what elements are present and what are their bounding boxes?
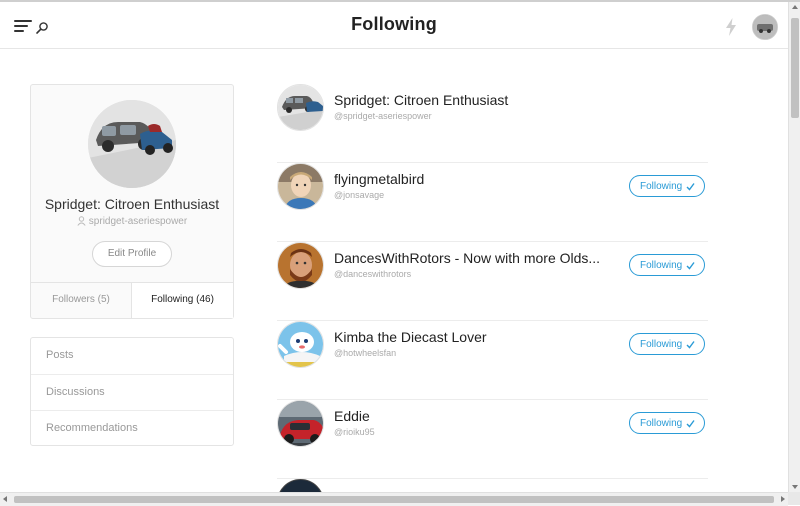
following-button[interactable]: Following: [629, 175, 705, 197]
side-nav-recommendations[interactable]: Recommendations: [31, 410, 233, 445]
row-avatar[interactable]: [277, 163, 324, 210]
row-handle: @hotwheelsfan: [334, 348, 397, 358]
horizontal-scroll-thumb[interactable]: [14, 496, 774, 503]
side-nav-discussions[interactable]: Discussions: [31, 374, 233, 409]
person-icon: [77, 216, 86, 227]
user-avatar[interactable]: [752, 14, 778, 40]
list-item: flyingmetalbird @jonsavage Following: [277, 163, 708, 242]
following-button-label: Following: [640, 339, 683, 350]
scrollbar-corner: [788, 492, 800, 505]
scroll-right-icon[interactable]: [781, 496, 785, 502]
check-icon: [686, 262, 695, 270]
following-button-label: Following: [640, 181, 683, 192]
scroll-down-icon[interactable]: [792, 485, 798, 489]
horizontal-scrollbar[interactable]: [0, 492, 788, 506]
following-button[interactable]: Following: [629, 412, 705, 434]
tab-followers[interactable]: Followers (5): [31, 283, 132, 318]
vertical-scrollbar[interactable]: [788, 2, 800, 492]
following-button[interactable]: Following: [629, 333, 705, 355]
scroll-left-icon[interactable]: [3, 496, 7, 502]
row-name[interactable]: flyingmetalbird: [334, 171, 424, 187]
row-handle: @spridget-aseriespower: [334, 111, 432, 121]
check-icon: [686, 341, 695, 349]
profile-handle-text: spridget-aseriespower: [88, 216, 188, 227]
check-icon: [686, 183, 695, 191]
scroll-up-icon[interactable]: [792, 5, 798, 9]
profile-name: Spridget: Citroen Enthusiast: [44, 196, 220, 212]
row-avatar[interactable]: [277, 84, 324, 131]
row-handle: @jonsavage: [334, 190, 385, 200]
row-handle: @rioiku95: [334, 427, 375, 437]
row-avatar[interactable]: [277, 479, 324, 492]
page-title: Following: [351, 14, 437, 34]
list-item: Eddie @rioiku95 Following: [277, 400, 708, 479]
vertical-scroll-thumb[interactable]: [791, 18, 799, 118]
following-button[interactable]: Following: [629, 254, 705, 276]
list-item: DancesWithRotors - Now with more Olds...…: [277, 242, 708, 321]
following-button-label: Following: [640, 260, 683, 271]
following-button-label: Following: [640, 418, 683, 429]
row-name[interactable]: Kimba the Diecast Lover: [334, 329, 487, 345]
edit-profile-button[interactable]: Edit Profile: [92, 241, 172, 267]
list-item: [277, 479, 708, 492]
row-handle: @danceswithrotors: [334, 269, 412, 279]
row-avatar[interactable]: [277, 400, 324, 447]
row-avatar[interactable]: [277, 321, 324, 368]
row-name[interactable]: Spridget: Citroen Enthusiast: [334, 92, 508, 108]
row-avatar[interactable]: [277, 242, 324, 289]
lightning-bolt-icon[interactable]: [725, 18, 737, 36]
tab-following[interactable]: Following (46): [132, 283, 233, 318]
check-icon: [686, 420, 695, 428]
list-item: Kimba the Diecast Lover @hotwheelsfan Fo…: [277, 321, 708, 400]
profile-avatar[interactable]: [88, 100, 176, 188]
row-name[interactable]: DancesWithRotors - Now with more Olds...: [334, 250, 600, 266]
row-name[interactable]: Eddie: [334, 408, 370, 424]
list-item: Spridget: Citroen Enthusiast @spridget-a…: [277, 84, 708, 163]
side-nav-posts[interactable]: Posts: [31, 338, 233, 373]
top-bar: Following: [0, 2, 788, 49]
profile-tabs: Followers (5) Following (46): [31, 282, 233, 318]
profile-card: Spridget: Citroen Enthusiast spridget-as…: [30, 84, 234, 319]
profile-handle: spridget-aseriespower: [31, 216, 233, 227]
side-nav: Posts Discussions Recommendations: [30, 337, 234, 446]
